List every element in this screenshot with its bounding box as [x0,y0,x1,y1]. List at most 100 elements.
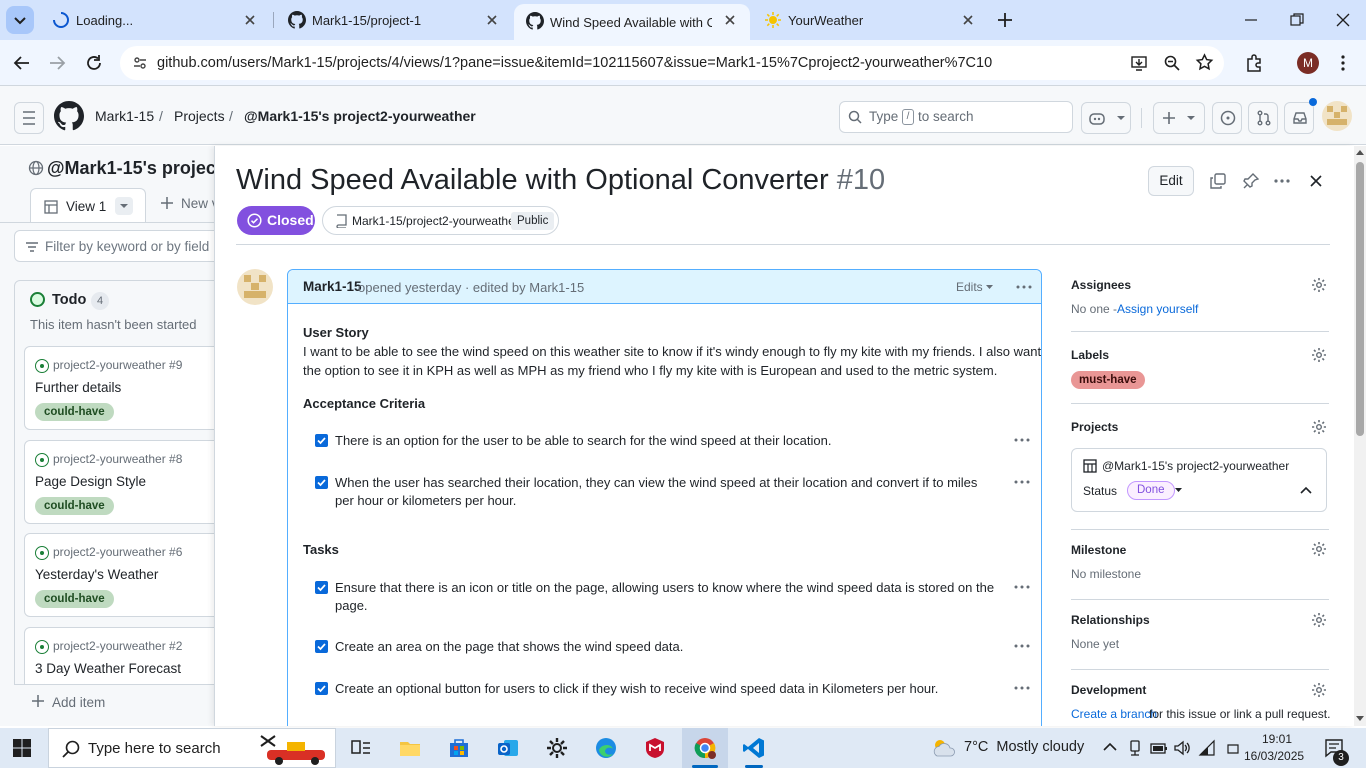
taskbar-chrome-active[interactable] [682,728,728,768]
card-title[interactable]: Page Design Style [35,474,146,489]
task-view-icon[interactable] [349,736,373,760]
weather-text[interactable]: 7°C Mostly cloudy [964,739,1084,755]
board-card[interactable]: project2-yourweather #8 Page Design Styl… [24,440,214,524]
task-more-icon[interactable] [1013,680,1031,696]
close-pane-icon[interactable] [1308,173,1324,189]
task-more-icon[interactable] [1013,474,1031,490]
pull-requests-button[interactable] [1248,102,1278,134]
gear-icon[interactable] [1311,277,1327,293]
file-explorer-icon[interactable] [398,736,422,760]
gear-icon[interactable] [1311,682,1327,698]
settings-gear-icon[interactable] [545,736,569,760]
browser-tab-loading[interactable]: Loading... [40,0,270,40]
status-value-badge[interactable]: Done [1127,481,1175,500]
user-avatar[interactable] [1322,101,1352,131]
plus-icon[interactable] [160,196,174,210]
task-checkbox[interactable] [315,476,328,489]
more-menu-icon[interactable] [1340,53,1346,73]
task-more-icon[interactable] [1013,579,1031,595]
tab-search-button[interactable] [6,6,34,34]
gear-icon[interactable] [1311,541,1327,557]
edits-dropdown[interactable]: Edits [956,280,983,294]
forward-icon[interactable] [47,53,67,73]
chevron-up-icon[interactable] [1300,486,1312,495]
project-name[interactable]: @Mark1-15's project2-yourweather [1102,459,1289,473]
scroll-down-icon[interactable] [1356,716,1364,722]
hamburger-menu-button[interactable] [14,102,44,134]
mcafee-icon[interactable] [643,736,667,760]
breadcrumb-projects[interactable]: Projects [174,108,225,124]
more-options-icon[interactable] [1273,173,1291,189]
gear-icon[interactable] [1311,347,1327,363]
global-search-input[interactable]: Type / to search [839,101,1073,133]
device-icon[interactable] [1128,740,1142,756]
outlook-icon[interactable] [496,736,520,760]
back-icon[interactable] [12,53,32,73]
create-new-button[interactable] [1153,102,1205,134]
add-item-row[interactable]: Add item [14,684,214,726]
comment-author[interactable]: Mark1-15 [303,279,362,294]
bookmark-star-icon[interactable] [1195,53,1214,72]
new-view-button[interactable]: New v [181,196,214,211]
breadcrumb-project[interactable]: @Mark1-15's project2-yourweather [244,108,476,124]
close-icon[interactable] [722,12,738,28]
site-info-icon[interactable] [132,55,148,71]
browser-tab-project1[interactable]: Mark1-15/project-1 [276,0,512,40]
filter-input[interactable]: Filter by keyword or by field [14,230,214,262]
close-icon[interactable] [484,12,500,28]
card-title[interactable]: 3 Day Weather Forecast [35,661,181,676]
card-title[interactable]: Further details [35,380,121,395]
install-app-icon[interactable] [1130,54,1148,72]
comment-author-avatar[interactable] [237,269,273,305]
copilot-button[interactable] [1081,102,1131,134]
browser-tab-yourweather[interactable]: YourWeather [752,0,988,40]
pane-scrollbar[interactable] [1354,146,1366,726]
reload-icon[interactable] [84,53,104,73]
label-badge[interactable]: must-have [1071,371,1145,389]
windows-start-icon[interactable] [12,738,32,758]
github-logo-icon[interactable] [54,101,84,131]
extensions-icon[interactable] [1244,53,1264,73]
create-branch-link[interactable]: Create a branch [1071,707,1157,721]
volume-icon[interactable] [1173,739,1191,757]
profile-avatar[interactable]: M [1297,52,1319,74]
gear-icon[interactable] [1311,612,1327,628]
view-tab-view1[interactable]: View 1 [30,188,146,222]
notifications-button[interactable] [1284,98,1317,134]
clock-date[interactable]: 16/03/2025 [1244,749,1304,763]
restore-icon[interactable] [1289,12,1305,28]
cloudy-weather-icon[interactable] [930,736,958,760]
scroll-up-icon[interactable] [1356,149,1364,155]
language-icon[interactable] [1226,742,1240,756]
minimize-icon[interactable] [1243,12,1259,28]
triangle-down-icon[interactable] [1174,487,1183,494]
battery-icon[interactable] [1150,740,1168,756]
close-icon[interactable] [960,12,976,28]
breadcrumb-owner[interactable]: Mark1-15 [95,108,154,124]
edge-icon[interactable] [594,736,618,760]
wifi-icon[interactable] [1198,739,1218,757]
taskbar-vscode[interactable] [731,728,777,768]
gear-icon[interactable] [1311,419,1327,435]
clock-time[interactable]: 19:01 [1262,732,1292,746]
pin-icon[interactable] [1243,173,1259,189]
address-bar[interactable]: github.com/users/Mark1-15/projects/4/vie… [120,46,1224,80]
comment-more-icon[interactable] [1016,280,1032,294]
task-checkbox[interactable] [315,640,328,653]
board-card[interactable]: project2-yourweather #9 Further details … [24,346,214,430]
close-icon[interactable] [242,12,258,28]
task-checkbox[interactable] [315,434,328,447]
task-checkbox[interactable] [315,682,328,695]
scrollbar-thumb[interactable] [1356,162,1364,436]
browser-tab-active[interactable]: Wind Speed Available with Optio [514,4,750,40]
new-tab-icon[interactable] [996,11,1014,29]
zoom-icon[interactable] [1163,54,1181,72]
taskbar-search-box[interactable]: Type here to search [48,728,336,768]
edit-title-button[interactable]: Edit [1148,166,1194,196]
task-more-icon[interactable] [1013,432,1031,448]
microsoft-store-icon[interactable] [447,736,471,760]
assign-yourself-link[interactable]: Assign yourself [1117,302,1198,316]
view-options-button[interactable] [115,197,133,215]
card-title[interactable]: Yesterday's Weather [35,567,158,582]
task-more-icon[interactable] [1013,638,1031,654]
